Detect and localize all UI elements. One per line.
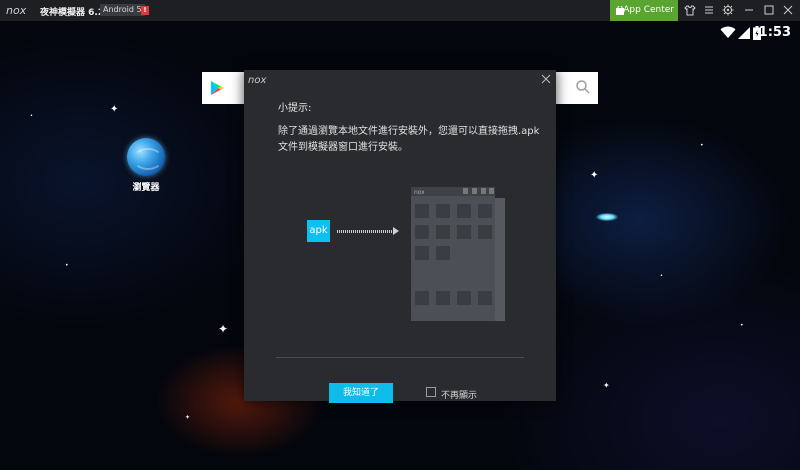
status-bar: 1:53 [680,21,800,45]
wifi-icon [720,26,736,38]
play-store-icon[interactable] [209,80,225,96]
close-icon[interactable] [781,3,795,17]
dialog-close-icon[interactable] [540,73,552,85]
emulator-window-titlebar: nox [411,187,495,196]
svg-text:nox: nox [6,4,27,17]
status-time: 1:53 [758,25,791,40]
tip-dialog: nox 小提示: 除了通過瀏覽本地文件進行安裝外，您還可以直接拖拽.apk文件到… [244,70,556,403]
app-tile [415,204,429,218]
app-tile [415,225,429,239]
browser-app-label: 瀏覽器 [132,183,160,193]
emulator-window-illustration: nox [411,187,495,321]
android-version-badge: Android 5 [100,4,145,16]
emulator-minimize-icon [472,188,477,194]
android-screen[interactable]: ✦ ✦ ✦ ✦ ✦ • • • • • 1:53 瀏覽器 nox 小提示: 除了… [0,21,800,470]
dock-tile [478,291,492,305]
dialog-divider [276,357,524,358]
menu-icon[interactable] [702,3,716,17]
signal-icon [738,27,750,39]
search-icon[interactable] [575,79,591,95]
gear-icon[interactable] [721,3,735,17]
dialog-body-text: 除了通過瀏覽本地文件進行安裝外，您還可以直接拖拽.apk文件到模擬器窗口進行安裝… [278,126,540,153]
star-decoration: ✦ [218,322,229,336]
star-decoration: ✦ [110,104,119,115]
app-tile [457,204,471,218]
nox-logo-icon: nox [414,189,424,195]
star-decoration: • [65,262,69,269]
dialog-header: nox [244,70,556,90]
app-tile [415,246,429,260]
title-bar: nox 夜神模擬器 6.2.8.2 Android 5 ! App Center [0,0,800,21]
dont-show-checkbox[interactable] [426,387,436,397]
arrow-head-icon [393,227,399,235]
star-decoration: ✦ [185,414,191,421]
browser-app-shortcut[interactable]: 瀏覽器 [116,134,176,193]
app-tile [436,225,450,239]
emulator-close-icon [489,188,494,194]
browser-globe-icon [127,138,165,176]
app-tile [478,204,492,218]
svg-text:nox: nox [248,75,266,85]
star-decoration: • [700,142,704,149]
dialog-title: 小提示: [278,103,312,114]
minimize-icon[interactable] [742,3,756,17]
nox-logo-icon: nox [6,4,27,17]
app-center-label: App Center [623,5,674,15]
app-tile [478,225,492,239]
app-tile [436,204,450,218]
star-decoration: ✦ [590,170,599,181]
dock-tile [436,291,450,305]
ok-button[interactable]: 我知道了 [329,383,393,403]
shopping-bag-icon [616,6,624,15]
emulator-maximize-icon [481,188,486,194]
star-decoration: • [30,113,33,119]
maximize-icon[interactable] [762,3,776,17]
shirt-icon[interactable] [683,3,697,17]
dock-tile [415,291,429,305]
emulator-menu-icon [463,188,468,194]
notification-badge[interactable]: ! [141,6,149,15]
dont-show-label[interactable]: 不再顯示 [441,388,477,401]
apk-file-icon: apk [307,220,330,242]
app-tile [436,246,450,260]
star-decoration: ✦ [603,381,610,390]
app-center-button[interactable]: App Center [610,0,678,21]
star-decoration: • [660,273,663,279]
nox-logo-icon: nox [248,75,266,85]
arrow-right-icon [337,230,393,233]
star-decoration: • [740,322,744,329]
comet-decoration [596,213,618,221]
dock-tile [457,291,471,305]
app-tile [457,225,471,239]
svg-text:nox: nox [414,189,424,195]
